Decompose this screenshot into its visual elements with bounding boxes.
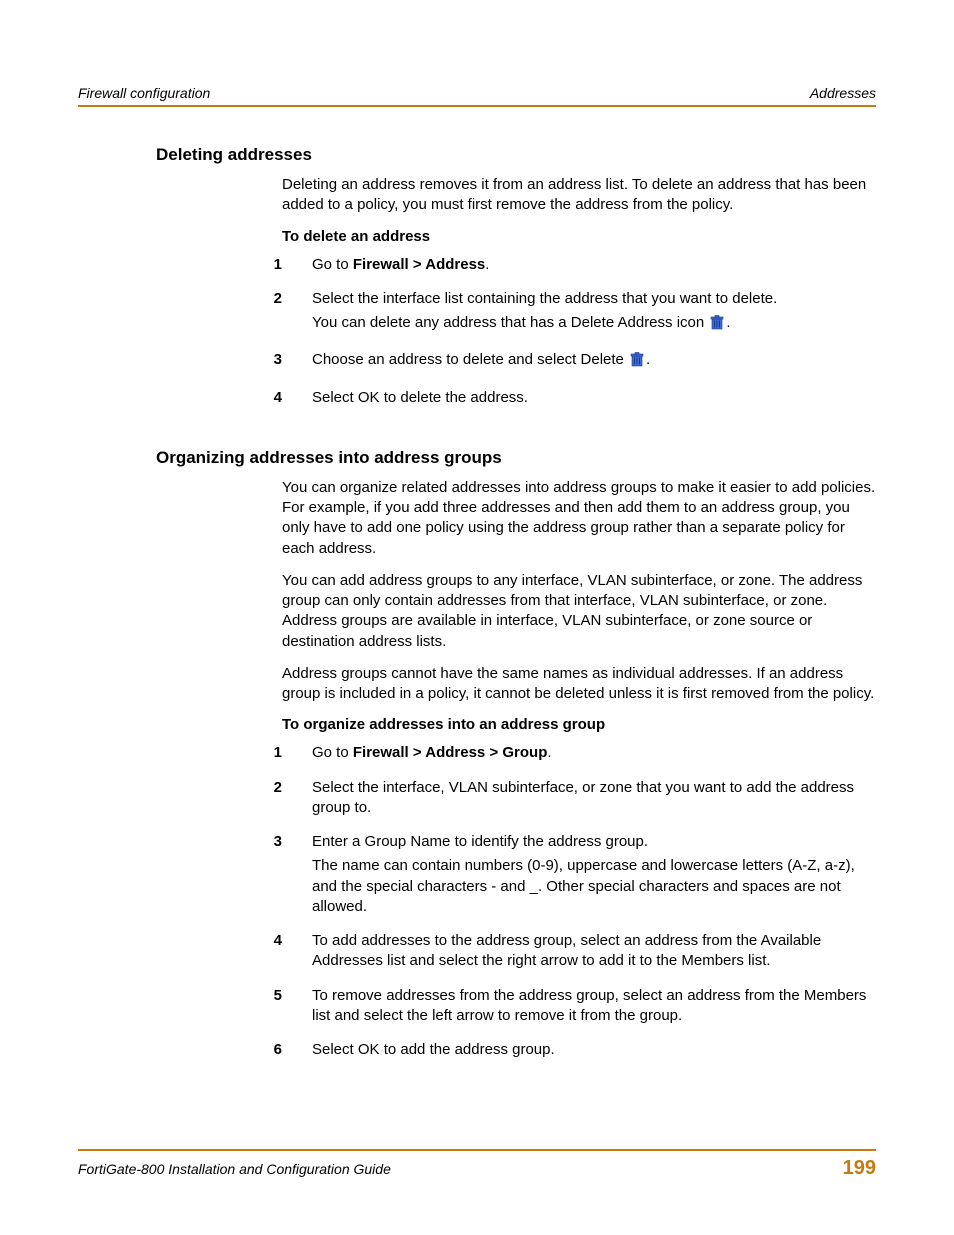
step-row: 1 Go to Firewall > Address.: [232, 255, 876, 279]
step-text: Choose an address to delete and select D…: [312, 351, 628, 368]
step-row: 6 Select OK to add the address group.: [232, 1040, 876, 1064]
step-body: Select OK to add the address group.: [312, 1040, 555, 1064]
step-text: To remove addresses from the address gro…: [312, 986, 876, 1027]
section-groups-p1: You can organize related addresses into …: [282, 478, 876, 559]
step-text: Enter a Group Name to identify the addre…: [312, 832, 876, 852]
running-header: Firewall configuration Addresses: [78, 85, 876, 145]
footer-rule: [78, 1149, 876, 1151]
step-text: The name can contain numbers (0-9), uppe…: [312, 856, 876, 917]
step-text: Select the interface, VLAN subinterface,…: [312, 778, 876, 819]
section-groups-p2: You can add address groups to any interf…: [282, 571, 876, 652]
step-body: Go to Firewall > Address.: [312, 255, 489, 279]
step-number: 2: [232, 778, 312, 823]
step-body: To remove addresses from the address gro…: [312, 986, 876, 1031]
step-text: Select the interface list containing the…: [312, 289, 777, 309]
step-body: Choose an address to delete and select D…: [312, 350, 650, 377]
step-number: 4: [232, 388, 312, 412]
step-text: .: [646, 351, 650, 368]
step-number: 1: [232, 743, 312, 767]
step-text: .: [726, 314, 730, 331]
step-number: 5: [232, 986, 312, 1031]
howto-delete-title: To delete an address: [282, 228, 876, 245]
step-row: 1 Go to Firewall > Address > Group.: [232, 743, 876, 767]
delete-trash-icon: [630, 352, 644, 373]
nav-path: Firewall > Address: [353, 256, 485, 273]
step-text: You can delete any address that has a De…: [312, 314, 708, 331]
section-groups-title: Organizing addresses into address groups: [156, 448, 876, 468]
step-row: 3 Choose an address to delete and select…: [232, 350, 876, 377]
step-text: Go to: [312, 744, 353, 761]
page-number: 199: [843, 1157, 876, 1180]
step-row: 3 Enter a Group Name to identify the add…: [232, 832, 876, 921]
section-deleting-title: Deleting addresses: [156, 145, 876, 165]
header-rule: [78, 105, 876, 107]
step-body: To add addresses to the address group, s…: [312, 931, 876, 976]
step-body: Select the interface, VLAN subinterface,…: [312, 778, 876, 823]
step-number: 6: [232, 1040, 312, 1064]
step-text: .: [547, 744, 551, 761]
step-text: To add addresses to the address group, s…: [312, 931, 876, 972]
step-row: 5 To remove addresses from the address g…: [232, 986, 876, 1031]
footer-left: FortiGate-800 Installation and Configura…: [78, 1161, 391, 1177]
delete-trash-icon: [710, 315, 724, 336]
step-number: 4: [232, 931, 312, 976]
step-row: 2 Select the interface, VLAN subinterfac…: [232, 778, 876, 823]
nav-path: Firewall > Address > Group: [353, 744, 548, 761]
page-content: Deleting addresses Deleting an address r…: [78, 145, 876, 1149]
step-number: 2: [232, 289, 312, 341]
step-number: 3: [232, 350, 312, 377]
header-right: Addresses: [810, 85, 876, 101]
section-groups-p3: Address groups cannot have the same name…: [282, 664, 876, 705]
step-row: 4 To add addresses to the address group,…: [232, 931, 876, 976]
step-text: Select OK to delete the address.: [312, 388, 528, 408]
step-body: Select the interface list containing the…: [312, 289, 777, 341]
howto-group-title: To organize addresses into an address gr…: [282, 716, 876, 733]
header-left: Firewall configuration: [78, 85, 210, 101]
step-body: Go to Firewall > Address > Group.: [312, 743, 552, 767]
step-body: Select OK to delete the address.: [312, 388, 528, 412]
step-number: 3: [232, 832, 312, 921]
step-row: 2 Select the interface list containing t…: [232, 289, 876, 341]
section-deleting-intro: Deleting an address removes it from an a…: [282, 175, 876, 216]
step-number: 1: [232, 255, 312, 279]
step-text: .: [485, 256, 489, 273]
step-body: Enter a Group Name to identify the addre…: [312, 832, 876, 921]
step-text: Go to: [312, 256, 353, 273]
step-text: Select OK to add the address group.: [312, 1040, 555, 1060]
running-footer: FortiGate-800 Installation and Configura…: [78, 1149, 876, 1180]
step-row: 4 Select OK to delete the address.: [232, 388, 876, 412]
